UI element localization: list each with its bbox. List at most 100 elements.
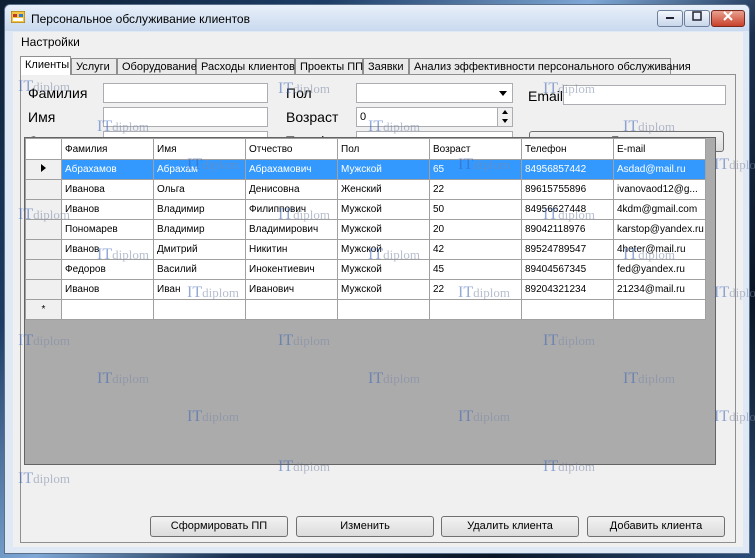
- cell-patronymic[interactable]: Филиппович: [245, 199, 338, 220]
- cell-patronymic[interactable]: Иванович: [245, 279, 338, 300]
- cell-new[interactable]: [429, 299, 522, 320]
- cell-phone[interactable]: 89042118976: [521, 219, 614, 240]
- cell-patronymic[interactable]: Денисовна: [245, 179, 338, 200]
- tab-client-expenses[interactable]: Расходы клиентов: [196, 58, 295, 74]
- new-row[interactable]: *: [25, 299, 706, 320]
- cell-gender[interactable]: Мужской: [337, 279, 430, 300]
- new-row-marker[interactable]: *: [25, 299, 62, 320]
- column-header-surname[interactable]: Фамилия: [61, 138, 154, 160]
- table-row[interactable]: Абрахамов Абрахам Абрахамович Мужской 65…: [25, 159, 706, 180]
- cell-email[interactable]: Asdad@mail.ru: [613, 159, 706, 180]
- age-stepper[interactable]: 0: [356, 107, 513, 127]
- tab-pp-projects[interactable]: Проекты ПП: [295, 58, 363, 74]
- delete-client-button[interactable]: Удалить клиента: [441, 516, 579, 537]
- cell-gender[interactable]: Мужской: [337, 199, 430, 220]
- cell-new[interactable]: [613, 299, 706, 320]
- row-header[interactable]: [25, 159, 62, 180]
- column-header-name[interactable]: Имя: [153, 138, 246, 160]
- maximize-button[interactable]: [684, 10, 710, 27]
- cell-email[interactable]: ivanovaod12@g...: [613, 179, 706, 200]
- tab-clients[interactable]: Клиенты: [20, 56, 71, 75]
- cell-gender[interactable]: Мужской: [337, 159, 430, 180]
- table-row[interactable]: Иванов Дмитрий Никитин Мужской 42 895247…: [25, 239, 706, 260]
- menu-settings[interactable]: Настройки: [21, 35, 80, 49]
- cell-phone[interactable]: 84956627448: [521, 199, 614, 220]
- column-header-phone[interactable]: Телефон: [521, 138, 614, 160]
- row-header[interactable]: [25, 199, 62, 220]
- cell-email[interactable]: 4kdm@gmail.com: [613, 199, 706, 220]
- cell-name[interactable]: Иван: [153, 279, 246, 300]
- edit-button[interactable]: Изменить: [296, 516, 434, 537]
- cell-surname[interactable]: Федоров: [61, 259, 154, 280]
- cell-phone[interactable]: 89615755896: [521, 179, 614, 200]
- column-header-patronymic[interactable]: Отчество: [245, 138, 338, 160]
- row-header[interactable]: [25, 219, 62, 240]
- cell-new[interactable]: [245, 299, 338, 320]
- gender-select[interactable]: [356, 83, 513, 103]
- tab-requests[interactable]: Заявки: [363, 58, 409, 74]
- cell-gender[interactable]: Мужской: [337, 219, 430, 240]
- table-row[interactable]: Иванова Ольга Денисовна Женский 22 89615…: [25, 179, 706, 200]
- cell-phone[interactable]: 89404567345: [521, 259, 614, 280]
- cell-surname[interactable]: Абрахамов: [61, 159, 154, 180]
- cell-phone[interactable]: 89524789547: [521, 239, 614, 260]
- cell-age[interactable]: 20: [429, 219, 522, 240]
- tab-efficiency-analysis[interactable]: Анализ эффективности персонального обслу…: [409, 58, 691, 74]
- surname-field[interactable]: [103, 83, 268, 103]
- cell-name[interactable]: Владимир: [153, 219, 246, 240]
- cell-age[interactable]: 22: [429, 179, 522, 200]
- cell-gender[interactable]: Мужской: [337, 259, 430, 280]
- cell-phone[interactable]: 84956857442: [521, 159, 614, 180]
- generate-pp-button[interactable]: Сформировать ПП: [150, 516, 288, 537]
- minimize-button[interactable]: [657, 10, 683, 27]
- cell-surname[interactable]: Иванов: [61, 239, 154, 260]
- cell-phone[interactable]: 89204321234: [521, 279, 614, 300]
- cell-email[interactable]: 4heter@mail.ru: [613, 239, 706, 260]
- cell-gender[interactable]: Женский: [337, 179, 430, 200]
- cell-name[interactable]: Дмитрий: [153, 239, 246, 260]
- cell-surname[interactable]: Иванов: [61, 199, 154, 220]
- cell-age[interactable]: 50: [429, 199, 522, 220]
- tab-equipment[interactable]: Оборудование: [117, 58, 197, 74]
- row-header[interactable]: [25, 259, 62, 280]
- column-header-gender[interactable]: Пол: [337, 138, 430, 160]
- cell-new[interactable]: [153, 299, 246, 320]
- cell-age[interactable]: 22: [429, 279, 522, 300]
- cell-patronymic[interactable]: Никитин: [245, 239, 338, 260]
- cell-email[interactable]: karstop@yandex.ru: [613, 219, 706, 240]
- cell-new[interactable]: [521, 299, 614, 320]
- table-row[interactable]: Иванов Иван Иванович Мужской 22 89204321…: [25, 279, 706, 300]
- cell-new[interactable]: [61, 299, 154, 320]
- cell-name[interactable]: Владимир: [153, 199, 246, 220]
- column-header-age[interactable]: Возраст: [429, 138, 522, 160]
- cell-surname[interactable]: Иванова: [61, 179, 154, 200]
- spin-down-button[interactable]: [497, 117, 512, 126]
- title-bar[interactable]: Персональное обслуживание клиентов: [5, 5, 749, 31]
- cell-email[interactable]: fed@yandex.ru: [613, 259, 706, 280]
- email-field[interactable]: [563, 85, 726, 105]
- add-client-button[interactable]: Добавить клиента: [587, 516, 725, 537]
- table-row[interactable]: Иванов Владимир Филиппович Мужской 50 84…: [25, 199, 706, 220]
- row-header[interactable]: [25, 239, 62, 260]
- cell-age[interactable]: 65: [429, 159, 522, 180]
- cell-name[interactable]: Ольга: [153, 179, 246, 200]
- cell-email[interactable]: 21234@mail.ru: [613, 279, 706, 300]
- cell-patronymic[interactable]: Абрахамович: [245, 159, 338, 180]
- cell-surname[interactable]: Пономарев: [61, 219, 154, 240]
- cell-age[interactable]: 42: [429, 239, 522, 260]
- cell-age[interactable]: 45: [429, 259, 522, 280]
- tab-services[interactable]: Услуги: [71, 58, 117, 74]
- row-header[interactable]: [25, 179, 62, 200]
- cell-patronymic[interactable]: Владимирович: [245, 219, 338, 240]
- name-field[interactable]: [103, 107, 268, 127]
- row-header[interactable]: [25, 279, 62, 300]
- cell-patronymic[interactable]: Инокентиевич: [245, 259, 338, 280]
- table-row[interactable]: Федоров Василий Инокентиевич Мужской 45 …: [25, 259, 706, 280]
- cell-name[interactable]: Абрахам: [153, 159, 246, 180]
- cell-surname[interactable]: Иванов: [61, 279, 154, 300]
- table-row[interactable]: Пономарев Владимир Владимирович Мужской …: [25, 219, 706, 240]
- clients-grid[interactable]: Фамилия Имя Отчество Пол Возраст Телефон…: [24, 137, 716, 465]
- cell-name[interactable]: Василий: [153, 259, 246, 280]
- column-header-email[interactable]: E-mail: [613, 138, 706, 160]
- close-button[interactable]: [711, 10, 745, 27]
